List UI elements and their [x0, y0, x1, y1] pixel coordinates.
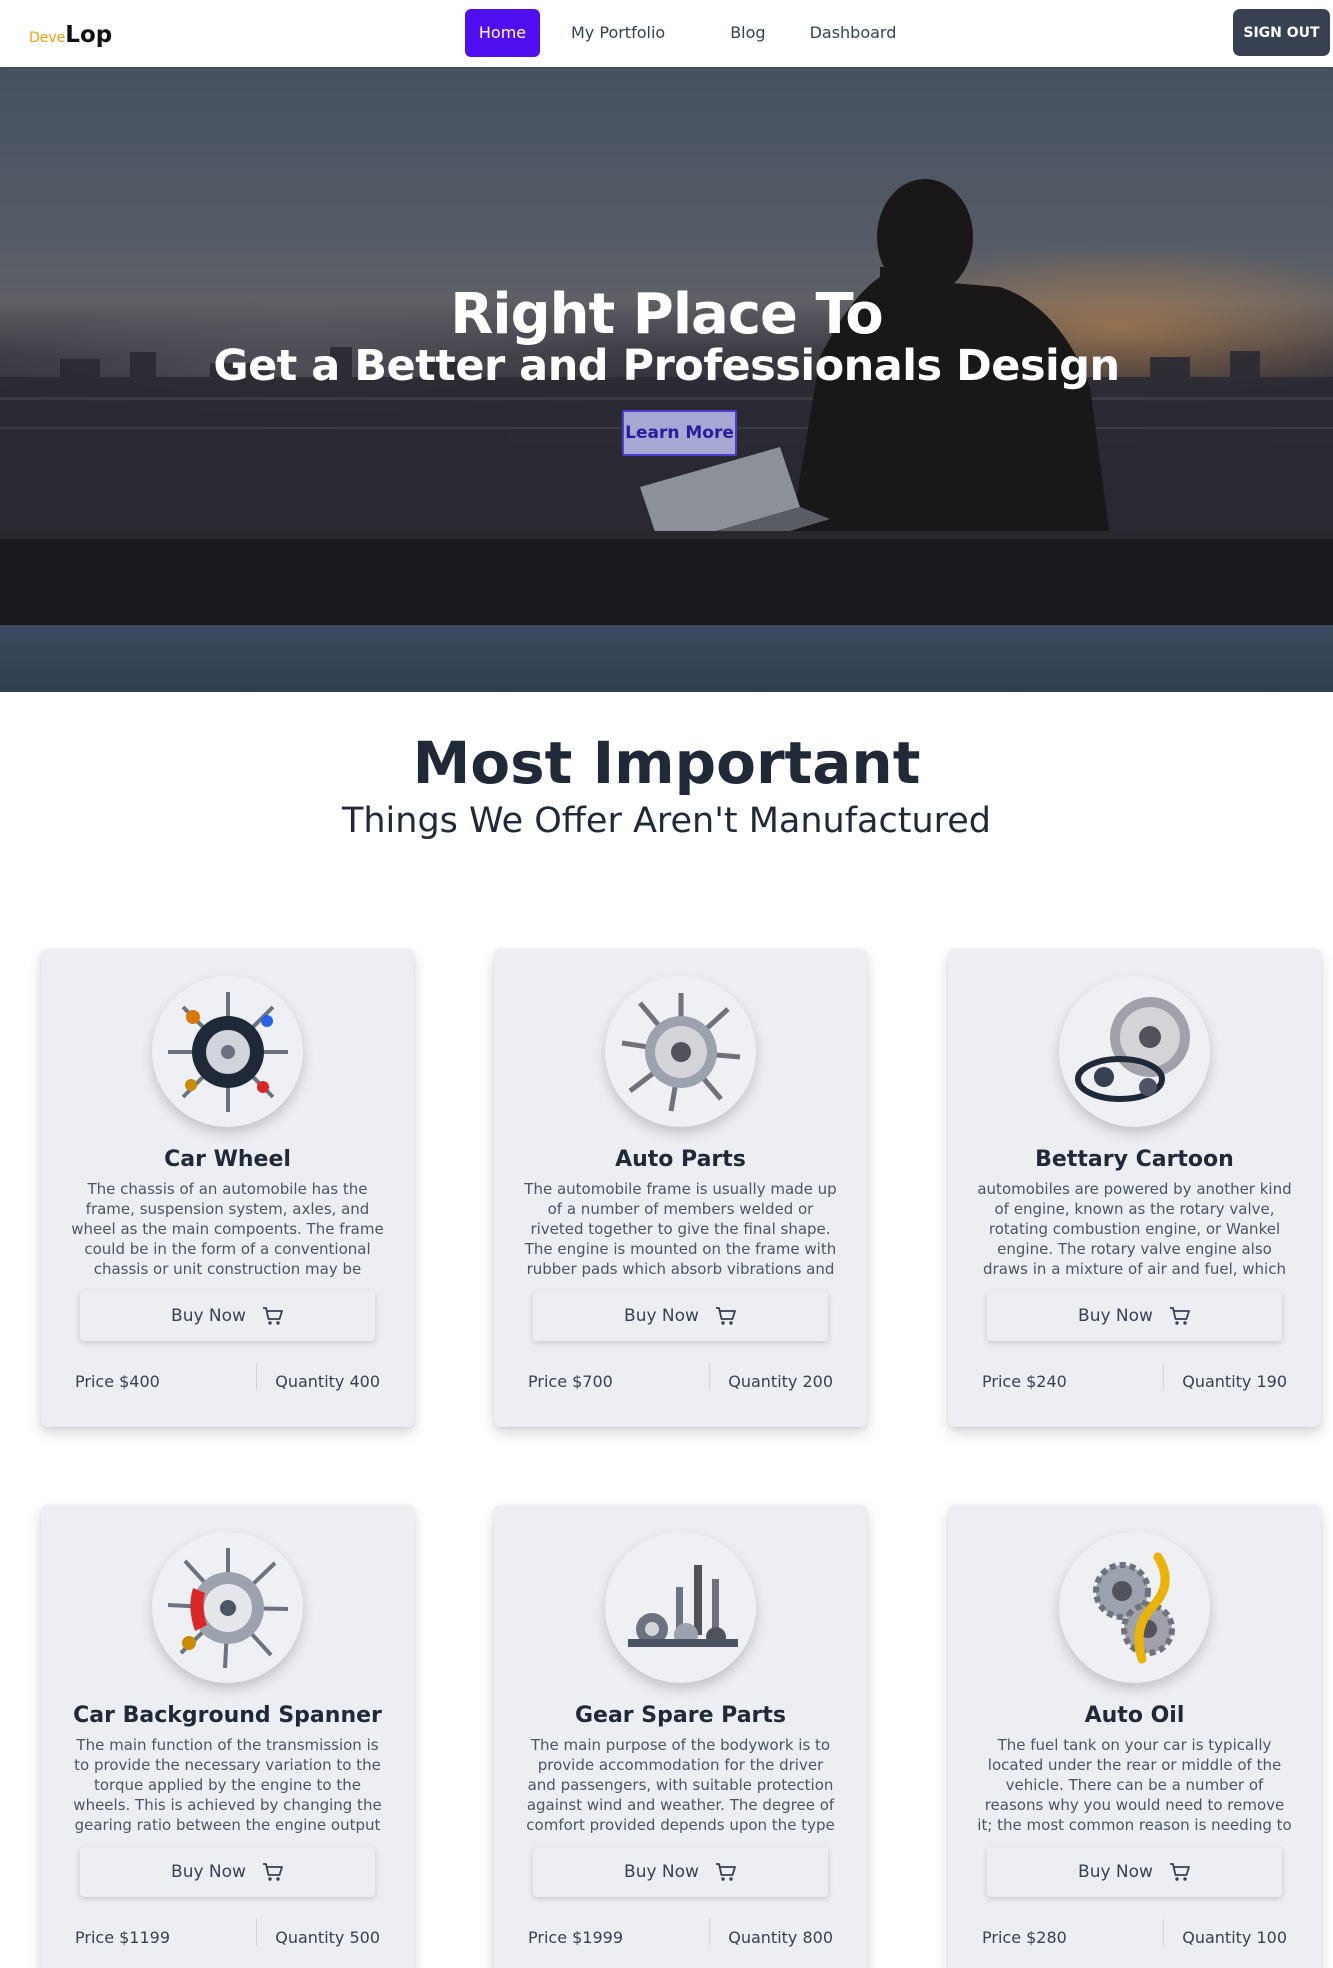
cart-icon	[262, 1862, 284, 1882]
learn-more-button[interactable]: Learn More	[622, 410, 737, 456]
cart-icon	[715, 1306, 737, 1326]
logo-main: Lop	[65, 22, 113, 48]
product-image	[1059, 1532, 1210, 1683]
section-subtitle: Things We Offer Aren't Manufactured	[341, 801, 992, 841]
cart-icon	[1169, 1306, 1191, 1326]
product-quantity: Quantity 400	[275, 1372, 380, 1391]
buy-now-label: Buy Now	[1078, 1306, 1153, 1326]
hero-banner: Right Place To Get a Better and Professi…	[0, 67, 1333, 692]
gear-shafts-icon	[627, 1564, 738, 1647]
nav-portfolio-link[interactable]: My Portfolio	[571, 9, 665, 57]
product-description: The fuel tank on your car is typically l…	[977, 1736, 1292, 1834]
main-nav: Home My Portfolio Blog Dashboard	[465, 9, 896, 57]
product-image	[605, 976, 756, 1127]
product-quantity: Quantity 500	[275, 1928, 380, 1947]
product-title: Gear Spare Parts	[574, 1703, 787, 1728]
product-quantity: Quantity 800	[728, 1928, 833, 1947]
navbar: Deve Lop Home My Portfolio Blog Dashboar…	[0, 0, 1333, 67]
nav-home-link[interactable]: Home	[465, 9, 540, 57]
buy-now-label: Buy Now	[624, 1862, 699, 1882]
product-quantity: Quantity 100	[1182, 1928, 1287, 1947]
brake-disc-belt-icon	[1074, 996, 1190, 1102]
product-image	[152, 976, 303, 1127]
price-quantity-divider	[709, 1363, 710, 1390]
price-quantity-divider	[256, 1363, 257, 1390]
nav-blog-link[interactable]: Blog	[730, 9, 765, 57]
cart-icon	[1169, 1862, 1191, 1882]
cart-icon	[262, 1306, 284, 1326]
sign-out-button[interactable]: SIGN OUT	[1233, 9, 1330, 56]
product-quantity: Quantity 200	[728, 1372, 833, 1391]
product-image	[1059, 976, 1210, 1127]
buy-now-button[interactable]: Buy Now	[80, 1291, 375, 1341]
buy-now-button[interactable]: Buy Now	[987, 1291, 1282, 1341]
buy-now-button[interactable]: Buy Now	[80, 1847, 375, 1897]
product-title: Car Background Spanner	[73, 1703, 382, 1728]
price-quantity-divider	[256, 1919, 257, 1946]
price-quantity-divider	[1163, 1363, 1164, 1390]
logo-prefix: Deve	[29, 30, 66, 46]
product-description: The main purpose of the bodywork is to p…	[526, 1736, 835, 1834]
product-price: Price $1999	[528, 1928, 624, 1947]
product-title: Auto Oil	[1084, 1703, 1185, 1728]
product-title: Auto Parts	[615, 1147, 746, 1172]
gold-gears-icon	[1092, 1552, 1175, 1663]
product-price: Price $700	[528, 1372, 613, 1391]
hero-bottom-band	[0, 625, 1333, 692]
price-quantity-divider	[709, 1919, 710, 1946]
product-image	[605, 1532, 756, 1683]
buy-now-label: Buy Now	[1078, 1862, 1153, 1882]
product-description: The main function of the transmission is…	[73, 1736, 382, 1834]
product-card: Auto Parts The automobile frame is usual…	[494, 949, 867, 1427]
hero-title: Right Place To	[450, 282, 883, 347]
product-card: Gear Spare Parts The main purpose of the…	[494, 1505, 867, 1968]
product-description: The automobile frame is usually made up …	[524, 1180, 837, 1278]
product-card: Auto Oil The fuel tank on your car is ty…	[948, 1505, 1321, 1968]
buy-now-button[interactable]: Buy Now	[533, 1847, 828, 1897]
product-quantity: Quantity 190	[1182, 1372, 1287, 1391]
buy-now-button[interactable]: Buy Now	[533, 1291, 828, 1341]
cart-icon	[715, 1862, 737, 1882]
product-image	[152, 1532, 303, 1683]
hero-subtitle: Get a Better and Professionals Design	[213, 341, 1120, 391]
product-price: Price $1199	[75, 1928, 171, 1947]
product-price: Price $280	[982, 1928, 1067, 1947]
product-title: Car Wheel	[164, 1147, 291, 1172]
product-title: Bettary Cartoon	[1035, 1147, 1234, 1172]
product-card: Car Wheel The chassis of an automobile h…	[41, 949, 414, 1427]
product-description: automobiles are powered by another kind …	[977, 1180, 1292, 1278]
brake-disc-parts-icon	[621, 992, 740, 1111]
product-price: Price $240	[982, 1372, 1067, 1391]
car-parts-wheel-icon	[167, 991, 288, 1112]
brand-logo[interactable]: Deve Lop	[29, 22, 112, 48]
product-card: Car Background Spanner The main function…	[41, 1505, 414, 1968]
product-card: Bettary Cartoon automobiles are powered …	[948, 949, 1321, 1427]
nav-dashboard-link[interactable]: Dashboard	[810, 9, 897, 57]
buy-now-label: Buy Now	[171, 1862, 246, 1882]
product-price: Price $400	[75, 1372, 160, 1391]
brake-caliper-parts-icon	[167, 1547, 288, 1668]
buy-now-label: Buy Now	[171, 1306, 246, 1326]
section-title: Most Important	[412, 729, 921, 797]
product-description: The chassis of an automobile has the fra…	[71, 1180, 384, 1278]
buy-now-label: Buy Now	[624, 1306, 699, 1326]
buy-now-button[interactable]: Buy Now	[987, 1847, 1282, 1897]
price-quantity-divider	[1163, 1919, 1164, 1946]
